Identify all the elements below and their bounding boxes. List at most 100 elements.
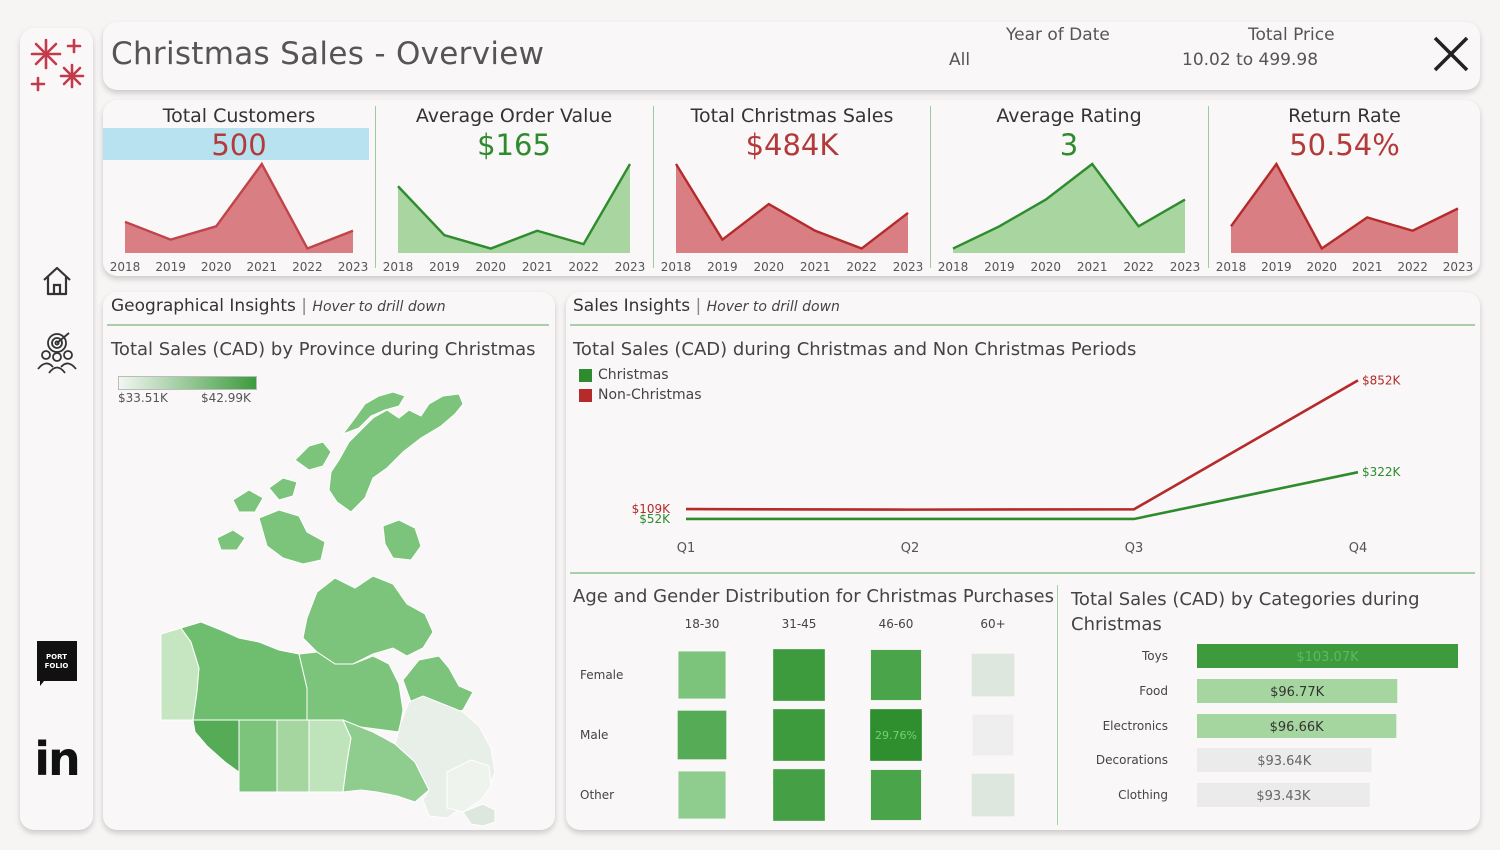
heatmap-cell[interactable] <box>773 649 825 701</box>
heatmap-cell[interactable] <box>971 653 1015 697</box>
sparkline-year-label: 2020 <box>1031 260 1062 274</box>
sparkline-area <box>953 164 1185 253</box>
sparkline-year-label: 2022 <box>1123 260 1154 274</box>
sparkline-year-label: 2020 <box>476 260 507 274</box>
bar-chart-title: Total Sales (CAD) by Categories during C… <box>1071 587 1420 637</box>
category-bar-chart[interactable]: Toys $103.07K Food $96.77K Electronics $96.66… <box>1060 632 1480 832</box>
category-label: Decorations <box>1096 753 1168 767</box>
page-title: Christmas Sales - Overview <box>111 36 545 72</box>
heatmap-cell[interactable] <box>773 769 825 821</box>
sparkline-year-label: 2019 <box>984 260 1015 274</box>
x-tick-label: Q2 <box>901 541 920 556</box>
province-nunavut-mainland <box>302 575 434 665</box>
kpi-average-rating[interactable]: Average Rating 3 2018 2019 2020 2021 2022 202… <box>931 100 1207 276</box>
data-label: $52K <box>639 512 671 526</box>
audience-target-icon[interactable] <box>20 331 93 375</box>
portfolio-badge[interactable]: PORT FOLIO <box>20 641 93 686</box>
sparkline-year-label: 2021 <box>247 260 278 274</box>
sparkline-year-label: 2023 <box>1443 260 1474 274</box>
column-label: 46-60 <box>879 617 914 631</box>
sparkline-year-label: 2019 <box>707 260 738 274</box>
heatmap-cell[interactable] <box>870 649 922 701</box>
sparkline-year-label: 2021 <box>1077 260 1108 274</box>
row-label: Male <box>580 728 608 742</box>
heatmap-cell[interactable] <box>677 710 727 760</box>
sparkline-year-label: 2019 <box>429 260 460 274</box>
linkedin-icon[interactable]: in <box>20 736 93 782</box>
kpi-sparkline: 2018 2019 2020 2021 2022 2023 <box>383 163 646 274</box>
heatmap-cell-label: 29.76% <box>875 729 917 742</box>
year-filter-value[interactable]: All <box>949 50 970 70</box>
close-icon[interactable] <box>1431 34 1471 74</box>
sparkline-year-label: 2021 <box>800 260 831 274</box>
section-divider <box>570 572 1475 574</box>
sparkline-year-label: 2022 <box>292 260 323 274</box>
heatmap-cell[interactable] <box>972 714 1014 756</box>
price-filter-value[interactable]: 10.02 to 499.98 <box>1182 50 1318 70</box>
row-label: Other <box>580 788 614 802</box>
sparkline-year-label: 2020 <box>1307 260 1338 274</box>
kpi-sparkline: 2018 2019 2020 2021 2022 2023 <box>1216 161 1474 274</box>
sparkline-year-label: 2022 <box>568 260 599 274</box>
heatmap-cell[interactable] <box>971 773 1015 817</box>
linkedin-text: in <box>34 732 80 786</box>
province-saskatchewan <box>276 719 310 793</box>
column-label: 18-30 <box>685 617 720 631</box>
bar-value-label: $93.64K <box>1257 754 1311 769</box>
bar-value-label: $103.07K <box>1296 650 1359 665</box>
sparkline-year-label: 2018 <box>110 260 141 274</box>
portfolio-badge-line2: FOLIO <box>44 662 69 670</box>
sparkline-year-label: 2021 <box>1352 260 1383 274</box>
heatmap-cell[interactable] <box>773 709 825 761</box>
sparkline-year-label: 2022 <box>1397 260 1428 274</box>
sparkline-area <box>125 164 353 253</box>
sparkline-year-label: 2020 <box>201 260 232 274</box>
portfolio-badge-line1: PORT <box>46 653 67 661</box>
province-alberta <box>238 719 278 793</box>
sparkline-year-label: 2023 <box>615 260 646 274</box>
sales-insights-panel: Sales Insights | Hover to drill down Tot… <box>566 292 1480 830</box>
kpi-row: Total Customers 500 2018 2019 2020 2021 2022… <box>103 100 1480 276</box>
kpi-return-rate[interactable]: Return Rate 50.54% 2018 2019 2020 2021 2022 2… <box>1209 100 1480 276</box>
sidebar: PORT FOLIO in <box>20 28 93 830</box>
sparkline-year-label: 2023 <box>1170 260 1201 274</box>
heatmap-cell[interactable] <box>678 651 726 699</box>
category-label: Toys <box>1141 649 1168 663</box>
panel-divider <box>1057 585 1058 825</box>
category-label: Electronics <box>1103 719 1168 733</box>
geographical-insights-panel: Geographical Insights | Hover to drill d… <box>103 292 555 830</box>
sparkline-year-label: 2018 <box>661 260 692 274</box>
bar-value-label: $96.77K <box>1270 685 1324 700</box>
x-tick-label: Q1 <box>677 541 696 556</box>
kpi-sparkline: 2018 2019 2020 2021 2022 2023 <box>110 161 368 274</box>
bar-chart-title-line1: Total Sales (CAD) by Categories during <box>1071 589 1420 610</box>
line-chart[interactable]: $109K$852K$52K$322KQ1 Q2 Q3 Q4 <box>566 292 1480 572</box>
sparkline-area <box>1231 164 1458 253</box>
sparkline-year-label: 2019 <box>155 260 186 274</box>
kpi-total-christmas-sales[interactable]: Total Christmas Sales $484K 2018 2019 2020… <box>654 100 930 276</box>
heatmap-cell[interactable] <box>870 769 922 821</box>
sparkline-year-label: 2018 <box>938 260 969 274</box>
sparkline-year-label: 2018 <box>383 260 414 274</box>
data-label: $322K <box>1362 465 1402 479</box>
sparkline-year-label: 2022 <box>846 260 877 274</box>
snowflake-logo-icon <box>20 34 93 98</box>
x-tick-label: Q3 <box>1125 541 1144 556</box>
category-label: Food <box>1139 684 1168 698</box>
bar-value-label: $96.66K <box>1270 720 1324 735</box>
kpi-average-order-value[interactable]: Average Order Value $165 2018 2019 2020 202… <box>376 100 652 276</box>
category-label: Clothing <box>1118 788 1168 802</box>
kpi-sparkline: 2018 2019 2020 2021 2022 2023 <box>938 162 1201 274</box>
series-line[interactable] <box>685 379 1359 511</box>
age-gender-heatmap[interactable]: 18-30 31-45 46-60 60+ Female Male 29.76% Other <box>566 580 1056 830</box>
canada-map[interactable] <box>103 292 555 830</box>
sparkline-year-label: 2018 <box>1216 260 1247 274</box>
heatmap-cell[interactable] <box>678 771 726 819</box>
column-label: 60+ <box>980 617 1005 631</box>
sparkline-year-label: 2020 <box>754 260 785 274</box>
province-northwest-territories <box>180 621 308 721</box>
kpi-total-customers[interactable]: Total Customers 500 2018 2019 2020 2021 2022… <box>103 100 375 276</box>
home-icon[interactable] <box>20 264 93 298</box>
sparkline-year-label: 2019 <box>1261 260 1292 274</box>
series-line[interactable] <box>686 470 1359 521</box>
